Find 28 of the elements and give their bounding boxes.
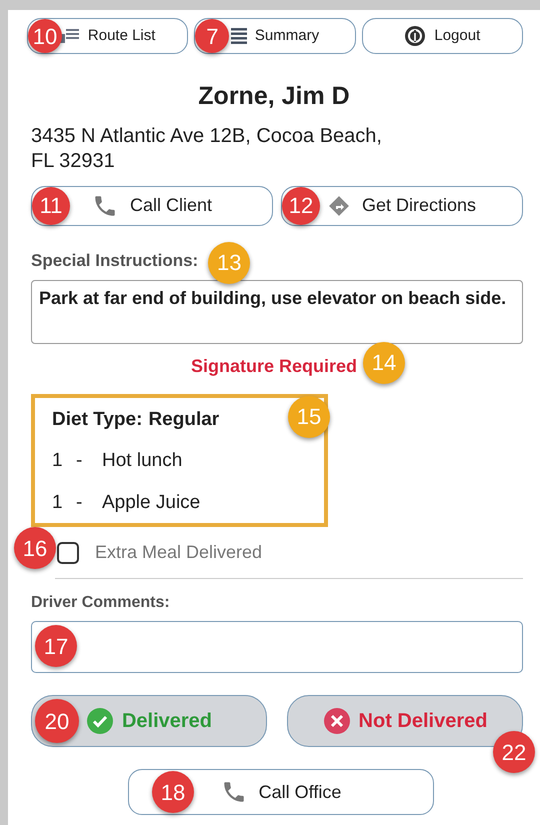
x-circle-icon xyxy=(322,707,351,735)
callout-badge: 14 xyxy=(363,342,406,384)
callout-badge: 16 xyxy=(14,527,56,569)
power-icon xyxy=(404,25,426,47)
callout-badge: 15 xyxy=(288,396,330,438)
item-separator: - xyxy=(76,449,84,473)
item-quantity: 1 xyxy=(52,490,64,514)
signature-notice: Signature Required xyxy=(190,356,358,376)
checkbox-label: Extra Meal Delivered xyxy=(95,541,262,564)
field-label: Special Instructions: xyxy=(31,250,198,270)
check-circle-icon xyxy=(86,707,114,735)
checkbox[interactable] xyxy=(57,542,79,564)
client-name: Zorne, Jim D xyxy=(197,81,351,112)
list-icon xyxy=(230,28,247,44)
instructions-box: Park at far end of building, use elevator on beach side. xyxy=(31,280,523,344)
field-label: Driver Comments: xyxy=(30,593,171,613)
comments-field[interactable] xyxy=(31,621,523,673)
diet-value: Regular xyxy=(148,408,220,432)
callout-badge: 22 xyxy=(493,731,535,773)
item-separator: - xyxy=(76,490,84,514)
item-name: Apple Juice xyxy=(102,490,200,514)
toolbar-button[interactable]: Logout xyxy=(362,18,523,54)
client-address: 3435 N Atlantic Ave 12B, Cocoa Beach, FL 32931 xyxy=(30,124,383,174)
item-quantity: 1 xyxy=(52,449,64,473)
callout-badge: 17 xyxy=(35,625,77,667)
diet-label: Diet Type: xyxy=(52,408,142,432)
item-name: Hot lunch xyxy=(102,449,182,473)
callout-badge: 13 xyxy=(208,242,250,284)
